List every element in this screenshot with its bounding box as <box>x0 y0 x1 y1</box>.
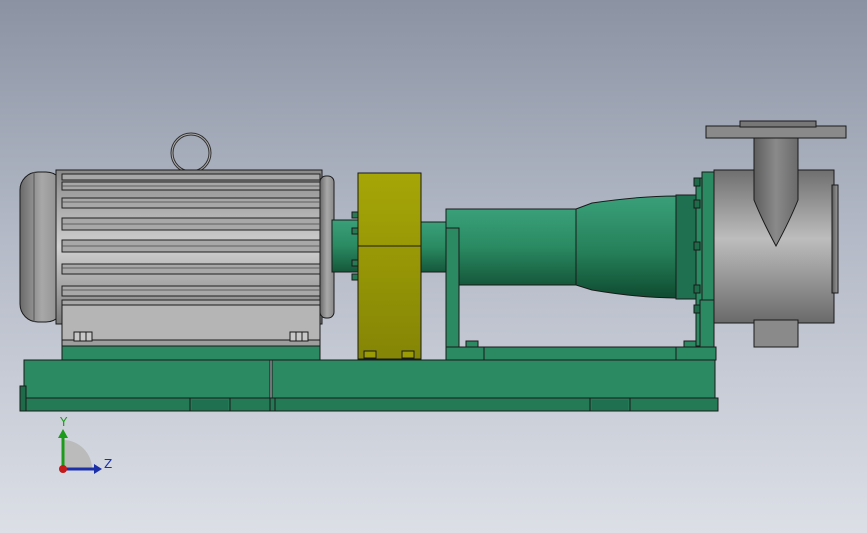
foot-pad <box>192 400 228 410</box>
triad-quadrant <box>63 440 92 469</box>
coupling-guard <box>357 172 422 360</box>
axis-triad: Y Z <box>58 415 112 474</box>
pump-assembly-drawing: Y Z <box>19 120 847 474</box>
suction-cover <box>831 184 839 294</box>
base-top-plate-right <box>271 359 716 399</box>
motor <box>19 132 335 361</box>
bearing-bracket <box>445 171 717 361</box>
base-left-edge <box>19 385 27 412</box>
motor-feet <box>61 304 321 346</box>
bearing-housing <box>445 208 579 286</box>
foot-pad <box>592 400 628 410</box>
model-viewport[interactable]: Y Z <box>0 0 867 533</box>
motor-foot-bolt <box>73 331 93 342</box>
bracket-leg-front <box>699 299 715 351</box>
y-axis-label: Y <box>59 415 68 429</box>
y-arrow <box>58 429 68 438</box>
base-top-plate-left <box>23 359 271 399</box>
base-frame <box>19 359 719 412</box>
discharge-flange <box>705 125 847 139</box>
x-axis-dot <box>59 465 67 473</box>
z-arrow <box>94 464 102 474</box>
z-axis-label: Z <box>104 457 112 471</box>
adapter-cone <box>575 195 677 299</box>
bracket-leg <box>445 227 460 351</box>
motor-base-plate <box>61 345 321 361</box>
motor-foot-bolt <box>289 331 309 342</box>
pump-casing <box>705 120 847 348</box>
casing-foot <box>753 319 799 348</box>
